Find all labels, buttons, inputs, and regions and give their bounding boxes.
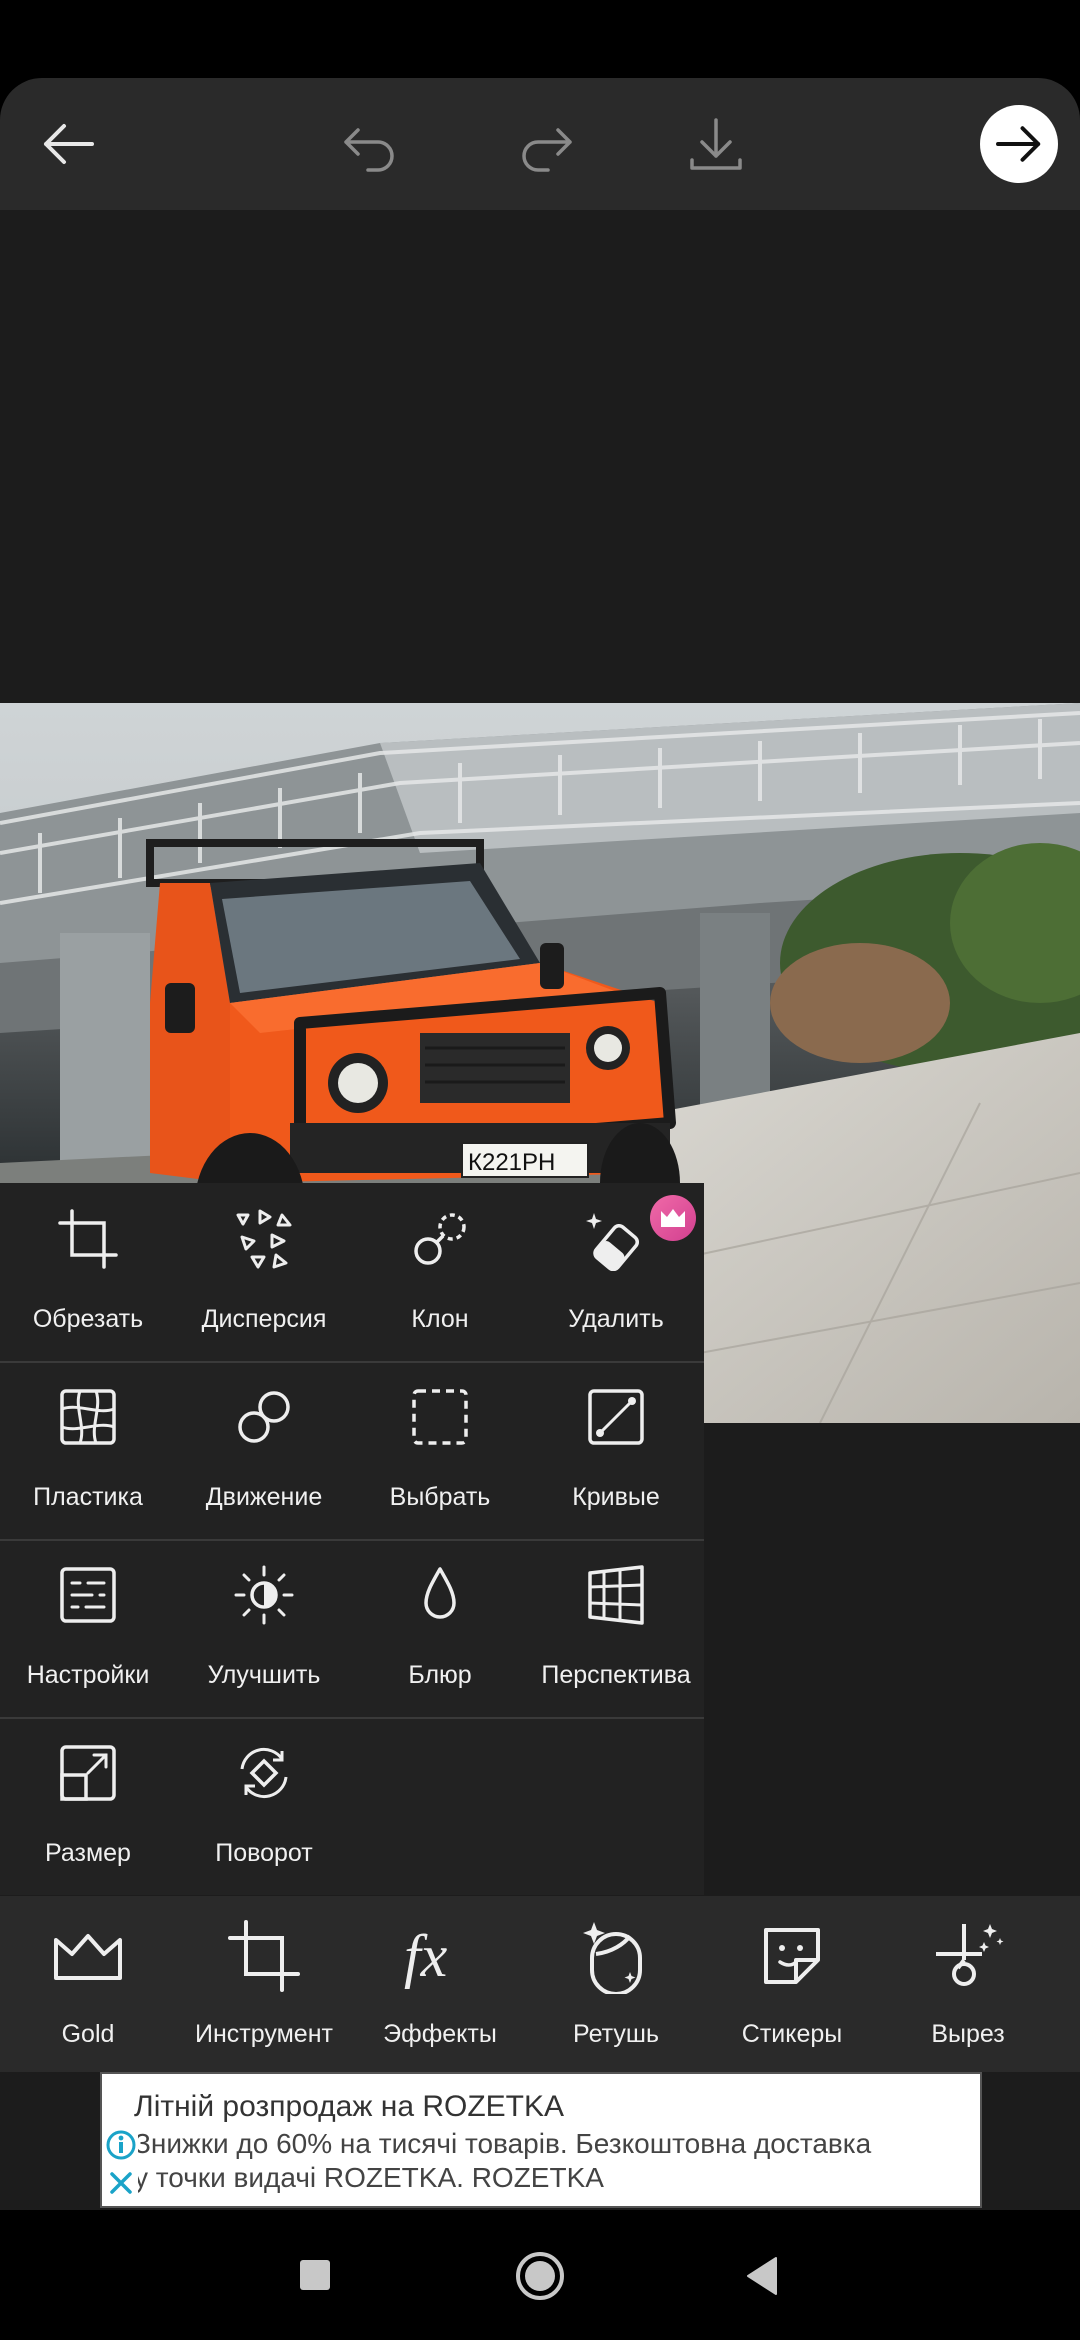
- tool-label: Движение: [205, 1483, 323, 1511]
- nav-label: Ретушь: [573, 2020, 659, 2048]
- motion-icon: [238, 1391, 290, 1443]
- nav-label: Стикеры: [741, 2020, 843, 2048]
- redo-button[interactable]: [498, 78, 594, 210]
- nav-stickers[interactable]: Стикеры: [704, 1896, 880, 2072]
- next-button[interactable]: [978, 78, 1060, 210]
- undo-icon: [344, 128, 394, 172]
- square-icon: [300, 2260, 330, 2290]
- tool-enhance[interactable]: Улучшить: [176, 1539, 352, 1717]
- download-button[interactable]: [668, 78, 764, 210]
- tools-panel: Обрезать Дисперсия Клон Удалить Пластика…: [0, 1183, 704, 1895]
- tools-row-3: Настройки Улучшить Блюр Перспектива: [0, 1539, 704, 1719]
- tool-blur[interactable]: Блюр: [352, 1539, 528, 1717]
- license-plate: К221РН: [468, 1149, 555, 1176]
- tool-crop-icon: [228, 1920, 300, 1992]
- recents-button[interactable]: [298, 2258, 332, 2292]
- nav-gold[interactable]: Gold: [0, 1896, 176, 2072]
- tool-label: Улучшить: [207, 1661, 321, 1689]
- system-navigation-bar: [0, 2210, 1080, 2340]
- tool-remove[interactable]: Удалить: [528, 1183, 704, 1361]
- home-button[interactable]: [514, 2250, 566, 2302]
- warp-grid-icon: [60, 1389, 116, 1445]
- tools-row-2: Пластика Движение Выбрать Кривые: [0, 1361, 704, 1541]
- enhance-icon: [234, 1565, 294, 1625]
- tool-label: Дисперсия: [201, 1305, 327, 1333]
- circle-home-icon: [516, 2252, 564, 2300]
- ad-close-icon[interactable]: [104, 2166, 138, 2200]
- ad-text-line-1: Знижки до 60% на тисячі товарів. Безкошт…: [134, 2128, 872, 2159]
- nav-tool[interactable]: Инструмент: [176, 1896, 352, 2072]
- tool-label: Настройки: [26, 1661, 150, 1689]
- crop-icon: [58, 1209, 118, 1269]
- nav-label: Эффекты: [383, 2020, 497, 2048]
- tool-crop[interactable]: Обрезать: [0, 1183, 176, 1361]
- tool-label: Выбрать: [389, 1483, 491, 1511]
- back-nav-button[interactable]: [744, 2256, 780, 2296]
- eraser-icon: [586, 1213, 640, 1271]
- blur-drop-icon: [424, 1567, 456, 1619]
- fx-icon: fx: [404, 1923, 448, 1989]
- bottom-nav: Gold Инструмент fx Эффекты Ретушь Стикер…: [0, 1896, 1080, 2072]
- svg-text:fx: fx: [404, 1923, 448, 1989]
- tool-select[interactable]: Выбрать: [352, 1361, 528, 1539]
- ad-info-icon[interactable]: [104, 2128, 138, 2162]
- tool-dispersion[interactable]: Дисперсия: [176, 1183, 352, 1361]
- tool-label: Кривые: [572, 1483, 660, 1511]
- nav-retouch[interactable]: Ретушь: [528, 1896, 704, 2072]
- ad-banner[interactable]: Літній розпродаж на ROZETKA Знижки до 60…: [100, 2072, 982, 2208]
- tools-row-4: Размер Поворот: [0, 1717, 704, 1895]
- nav-label: Вырез: [931, 2020, 1005, 2048]
- select-icon: [412, 1389, 468, 1445]
- tool-perspective[interactable]: Перспектива: [528, 1539, 704, 1717]
- tool-label: Клон: [411, 1305, 469, 1333]
- tool-curves[interactable]: Кривые: [528, 1361, 704, 1539]
- tool-label: Удалить: [568, 1305, 664, 1333]
- tool-resize[interactable]: Размер: [0, 1717, 176, 1895]
- arrow-left-icon: [44, 124, 94, 164]
- premium-badge: [650, 1195, 696, 1241]
- tool-warp[interactable]: Пластика: [0, 1361, 176, 1539]
- crown-icon: [661, 1209, 685, 1227]
- ad-title: Літній розпродаж на ROZETKA: [134, 2090, 565, 2123]
- tool-rotate[interactable]: Поворот: [176, 1717, 352, 1895]
- triangle-back-icon: [747, 2257, 777, 2295]
- adjust-icon: [60, 1567, 116, 1623]
- tool-label: Размер: [45, 1839, 131, 1867]
- curves-icon: [588, 1389, 644, 1445]
- tool-adjust[interactable]: Настройки: [0, 1539, 176, 1717]
- download-icon: [690, 118, 742, 170]
- ad-text-line-2: у точки видачі ROZETKA. ROZETKA: [134, 2162, 604, 2193]
- perspective-icon: [588, 1565, 644, 1625]
- cutout-scissors-icon: [936, 1924, 1004, 1986]
- sticker-icon: [764, 1928, 820, 1984]
- rotate-icon: [240, 1748, 288, 1798]
- resize-icon: [60, 1745, 116, 1801]
- tool-label: Блюр: [408, 1661, 472, 1689]
- tool-label: Обрезать: [32, 1305, 144, 1333]
- crown-icon: [54, 1934, 122, 1980]
- tool-motion[interactable]: Движение: [176, 1361, 352, 1539]
- tool-clone[interactable]: Клон: [352, 1183, 528, 1361]
- nav-label: Gold: [61, 2020, 115, 2048]
- tool-label: Поворот: [215, 1839, 313, 1867]
- nav-label: Инструмент: [195, 2020, 333, 2048]
- undo-button[interactable]: [322, 78, 418, 210]
- nav-effects[interactable]: fx Эффекты: [352, 1896, 528, 2072]
- retouch-face-icon: [583, 1922, 642, 1994]
- redo-icon: [522, 128, 572, 172]
- dispersion-icon: [236, 1209, 292, 1269]
- nav-cutout[interactable]: Вырез: [880, 1896, 1056, 2072]
- editor-top-bar: [0, 78, 1080, 210]
- back-button[interactable]: [20, 78, 116, 210]
- clone-icon: [414, 1213, 466, 1265]
- tool-label: Пластика: [33, 1483, 143, 1511]
- tool-label: Перспектива: [541, 1661, 691, 1689]
- tools-row-1: Обрезать Дисперсия Клон Удалить: [0, 1183, 704, 1363]
- arrow-right-icon: [996, 126, 1041, 162]
